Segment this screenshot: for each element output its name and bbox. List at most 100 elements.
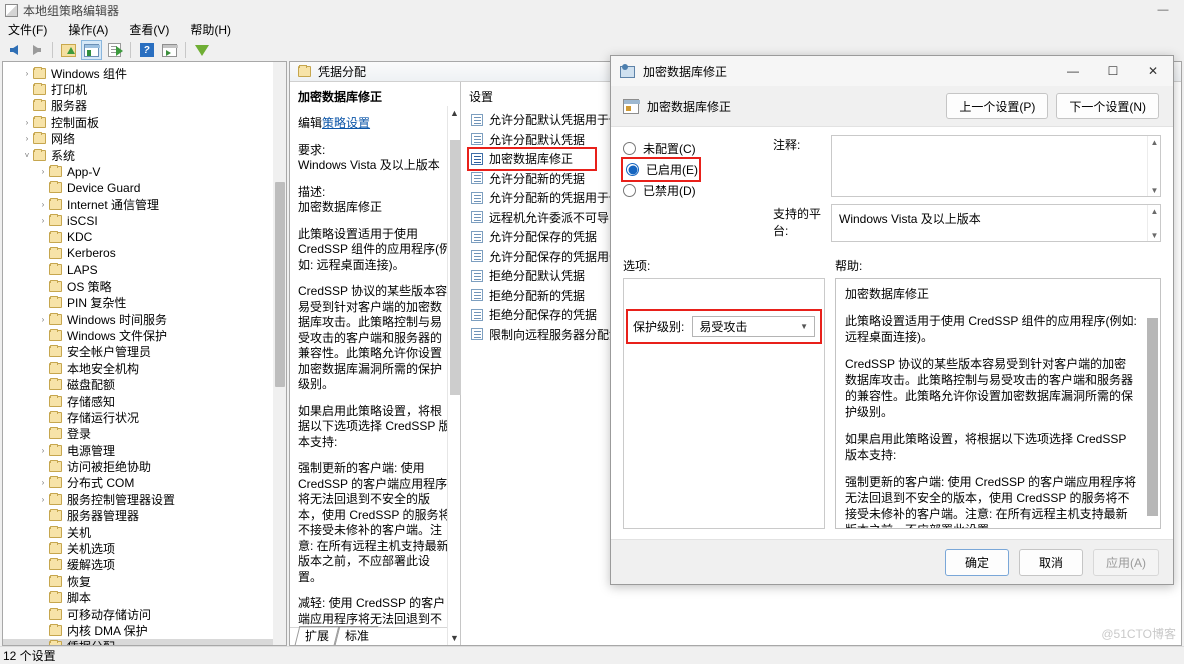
- tree-item[interactable]: 脚本: [3, 590, 286, 606]
- chevron-right-icon[interactable]: ›: [37, 200, 49, 209]
- tree-item[interactable]: Kerberos: [3, 245, 286, 261]
- tree-item[interactable]: ˅ 系统: [3, 147, 286, 163]
- tree-item[interactable]: 内核 DMA 保护: [3, 622, 286, 638]
- chevron-right-icon[interactable]: ›: [37, 315, 49, 324]
- radio-selected-icon[interactable]: [626, 163, 639, 176]
- tree-item[interactable]: KDC: [3, 229, 286, 245]
- tree-item[interactable]: Windows 文件保护: [3, 327, 286, 343]
- chevron-right-icon[interactable]: ›: [37, 478, 49, 487]
- tree-item[interactable]: 登录: [3, 426, 286, 442]
- tree-item[interactable]: 服务器: [3, 98, 286, 114]
- previous-setting-button[interactable]: 上一个设置(P): [946, 93, 1049, 119]
- menu-action[interactable]: 操作(A): [66, 21, 118, 38]
- chevron-right-icon[interactable]: ›: [37, 495, 49, 504]
- tree-item[interactable]: 存储运行状况: [3, 409, 286, 425]
- tree-item[interactable]: › 网络: [3, 131, 286, 147]
- dialog-maximize-button[interactable]: ☐: [1093, 56, 1133, 86]
- chevron-right-icon[interactable]: ›: [21, 134, 33, 143]
- tree-item[interactable]: › App-V: [3, 163, 286, 179]
- platform-scrollbar[interactable]: ▲ ▼: [1147, 205, 1160, 241]
- tree-scrollbar[interactable]: [273, 62, 286, 645]
- tree-item[interactable]: › 电源管理: [3, 442, 286, 458]
- filter-button[interactable]: [191, 40, 212, 70]
- dialog-close-button[interactable]: ✕: [1133, 56, 1173, 86]
- tree-item[interactable]: 凭据分配: [3, 638, 286, 645]
- ok-button[interactable]: 确定: [945, 548, 1009, 576]
- tree-item[interactable]: LAPS: [3, 262, 286, 278]
- tree-item[interactable]: 访问被拒绝协助: [3, 458, 286, 474]
- menu-file[interactable]: 文件(F): [6, 21, 57, 38]
- tree-item[interactable]: Device Guard: [3, 180, 286, 196]
- folder-icon: [49, 591, 62, 604]
- tree-item[interactable]: 安全帐户管理员: [3, 344, 286, 360]
- policy-state-radio[interactable]: 已启用(E): [621, 157, 701, 182]
- apply-button[interactable]: 应用(A): [1093, 548, 1159, 576]
- dialog-minimize-button[interactable]: —: [1053, 56, 1093, 86]
- tab-extended[interactable]: 扩展: [294, 626, 340, 645]
- tree-item-label: 控制面板: [51, 115, 100, 130]
- comment-scrollbar[interactable]: ▲ ▼: [1147, 136, 1160, 196]
- description-scroll-thumb[interactable]: [450, 140, 461, 395]
- scroll-down-icon[interactable]: ▼: [448, 631, 461, 645]
- forward-button[interactable]: [26, 40, 47, 60]
- tree-item[interactable]: › Windows 组件: [3, 65, 286, 81]
- comment-textarea[interactable]: ▲ ▼: [831, 135, 1161, 197]
- tree-item[interactable]: OS 策略: [3, 278, 286, 294]
- tree-item[interactable]: 可移动存储访问: [3, 606, 286, 622]
- settings-list-item-selected[interactable]: 加密数据库修正: [467, 147, 597, 171]
- menu-view[interactable]: 查看(V): [127, 21, 179, 38]
- tree-item[interactable]: 关机: [3, 524, 286, 540]
- tree-item[interactable]: 打印机: [3, 81, 286, 97]
- help-button[interactable]: ?: [136, 40, 157, 60]
- up-folder-button[interactable]: [58, 40, 79, 60]
- tree-item[interactable]: › 服务控制管理器设置: [3, 491, 286, 507]
- menu-help[interactable]: 帮助(H): [188, 21, 241, 38]
- chevron-right-icon[interactable]: ›: [21, 69, 33, 78]
- platform-scroll-up-icon[interactable]: ▲: [1148, 205, 1161, 217]
- platform-scroll-down-icon[interactable]: ▼: [1148, 229, 1161, 241]
- tree-item[interactable]: 服务器管理器: [3, 508, 286, 524]
- tree-item[interactable]: 关机选项: [3, 540, 286, 556]
- radio-unselected-icon[interactable]: [623, 184, 636, 197]
- help-scrollbar[interactable]: [1146, 280, 1159, 527]
- chevron-right-icon[interactable]: ›: [37, 446, 49, 455]
- policy-state-radio[interactable]: 未配置(C): [623, 138, 773, 159]
- console-tree-list[interactable]: › Windows 组件 打印机 服务器 › 控制面板 › 网络 ˅ 系统 › App-V Device…: [3, 62, 286, 645]
- scroll-up-icon[interactable]: ▲: [448, 106, 461, 120]
- next-setting-button[interactable]: 下一个设置(N): [1056, 93, 1159, 119]
- export-list-button[interactable]: [104, 40, 125, 60]
- tab-standard[interactable]: 标准: [334, 626, 379, 645]
- cancel-button[interactable]: 取消: [1019, 548, 1083, 576]
- tree-item[interactable]: 恢复: [3, 573, 286, 589]
- tree-item[interactable]: 磁盘配额: [3, 376, 286, 392]
- chevron-down-icon[interactable]: ˅: [21, 151, 33, 160]
- back-button[interactable]: [3, 40, 24, 60]
- show-tree-button[interactable]: [81, 40, 102, 60]
- minimize-button[interactable]: —: [1142, 0, 1184, 20]
- comment-scroll-down-icon[interactable]: ▼: [1148, 184, 1161, 196]
- radio-unselected-icon[interactable]: [623, 142, 636, 155]
- policy-state-radio[interactable]: 已禁用(D): [623, 180, 773, 201]
- tree-item[interactable]: 存储感知: [3, 393, 286, 409]
- comment-scroll-up-icon[interactable]: ▲: [1148, 136, 1161, 148]
- chevron-right-icon[interactable]: ›: [21, 118, 33, 127]
- tree-item[interactable]: › 控制面板: [3, 114, 286, 130]
- chevron-right-icon[interactable]: ›: [37, 216, 49, 225]
- help-scrollbar-thumb[interactable]: [1147, 318, 1158, 516]
- tree-item[interactable]: 缓解选项: [3, 557, 286, 573]
- tree-scrollbar-thumb[interactable]: [275, 182, 285, 387]
- tree-item[interactable]: › Internet 通信管理: [3, 196, 286, 212]
- properties-button[interactable]: [159, 40, 180, 60]
- protection-level-dropdown[interactable]: 易受攻击 ▼: [692, 316, 815, 337]
- policy-state-radio-group[interactable]: 未配置(C) 已启用(E) 已禁用(D): [621, 135, 773, 249]
- tree-item[interactable]: › Windows 时间服务: [3, 311, 286, 327]
- tree-item[interactable]: › iSCSI: [3, 213, 286, 229]
- tree-item[interactable]: PIN 复杂性: [3, 294, 286, 310]
- description-scroll-track[interactable]: [449, 120, 461, 631]
- tree-item[interactable]: › 分布式 COM: [3, 475, 286, 491]
- edit-policy-link[interactable]: 策略设置: [322, 116, 370, 130]
- description-scrollbar[interactable]: ▲ ▼: [447, 106, 461, 645]
- chevron-right-icon[interactable]: ›: [37, 167, 49, 176]
- tree-item[interactable]: 本地安全机构: [3, 360, 286, 376]
- help-panel[interactable]: 加密数据库修正 此策略设置适用于使用 CredSSP 组件的应用程序(例如: 远程…: [835, 278, 1161, 529]
